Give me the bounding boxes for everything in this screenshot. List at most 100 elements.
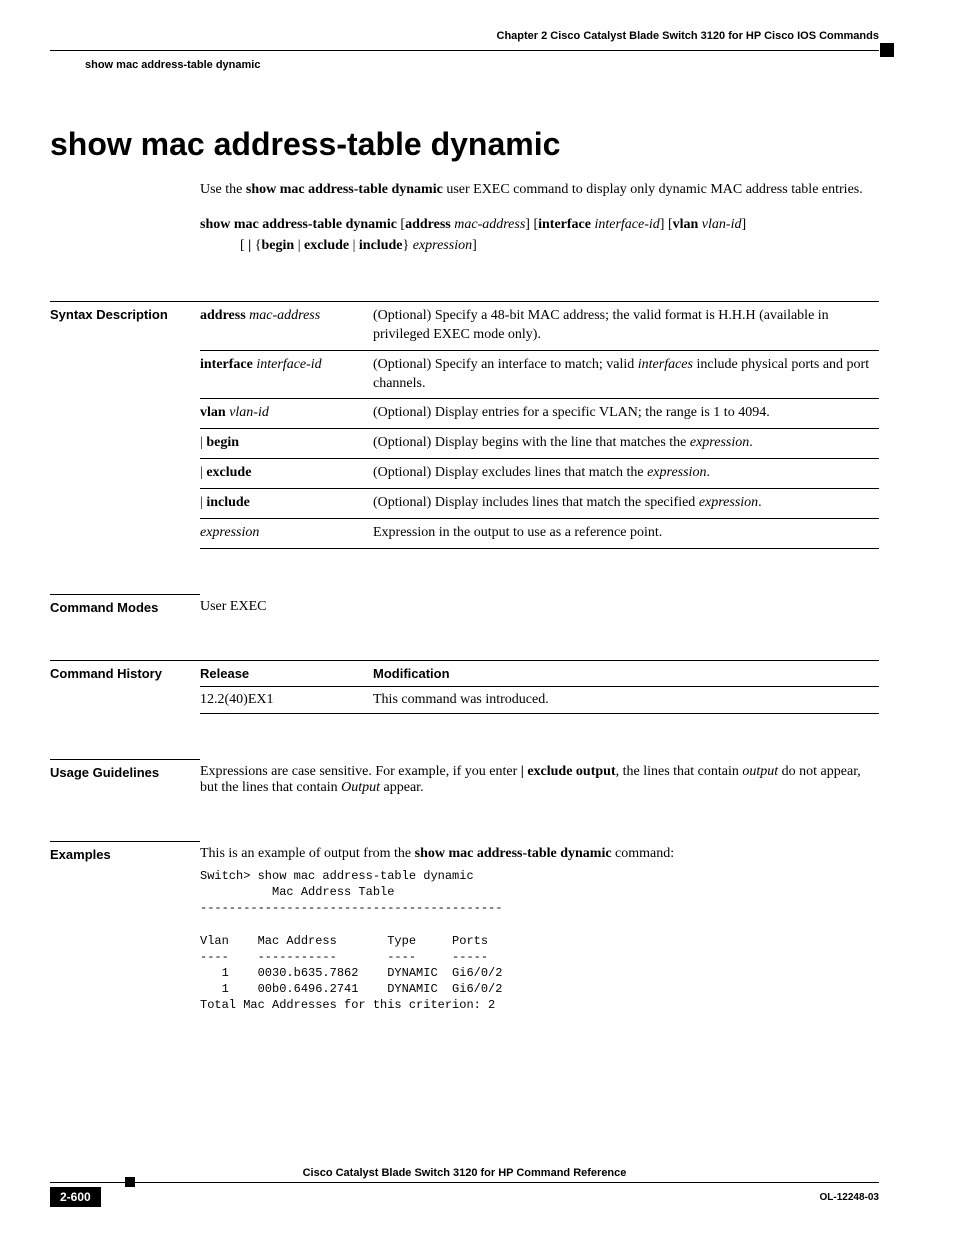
col-modification: Modification (373, 660, 879, 686)
table-row: | exclude (Optional) Display excludes li… (200, 459, 879, 489)
section-label: Examples (50, 841, 200, 862)
cell-mod: This command was introduced. (373, 686, 879, 713)
row-desc-i: expression (699, 495, 758, 510)
table-row: expression Expression in the output to u… (200, 519, 879, 549)
page-number: 2-600 (50, 1187, 101, 1207)
syntax-kw2: interface (538, 217, 591, 232)
usage-p2: , the lines that contain (616, 764, 743, 779)
row-pipe: | (200, 465, 203, 480)
section-body: address mac-address (Optional) Specify a… (200, 301, 879, 549)
row-desc: (Optional) Display entries for a specifi… (373, 405, 770, 420)
row-kw: include (206, 495, 250, 510)
syntax-cmd: show mac address-table dynamic (200, 217, 397, 232)
header-marker-icon (880, 43, 894, 57)
row-kw: interface (200, 357, 253, 372)
section-body: User EXEC (200, 594, 879, 615)
row-desc-pre: (Optional) Display excludes lines that m… (373, 465, 647, 480)
usage-guidelines-section: Usage Guidelines Expressions are case se… (50, 759, 879, 796)
row-arg: interface-id (256, 357, 321, 372)
row-desc-post: . (758, 495, 762, 510)
row-kw: vlan (200, 405, 226, 420)
command-history-section: Command History Release Modification 12.… (50, 660, 879, 714)
document-page: Chapter 2 Cisco Catalyst Blade Switch 31… (0, 0, 954, 1235)
row-kw: begin (206, 435, 239, 450)
example-intro: This is an example of output from the sh… (200, 846, 879, 862)
syntax-expr: expression (413, 238, 472, 253)
page-footer: Cisco Catalyst Blade Switch 3120 for HP … (50, 1167, 879, 1207)
row-desc-i: expression (647, 465, 706, 480)
row-kw: address (200, 308, 246, 323)
row-arg: vlan-id (229, 405, 269, 420)
section-label: Syntax Description (50, 301, 200, 322)
usage-b1: | exclude output (521, 764, 616, 779)
table-row: | begin (Optional) Display begins with t… (200, 429, 879, 459)
row-desc: (Optional) Specify a 48-bit MAC address;… (373, 308, 829, 342)
ex-b1: show mac address-table dynamic (415, 846, 612, 861)
examples-section: Examples This is an example of output fr… (50, 841, 879, 1014)
syntax-line2: [ | {begin | exclude | include} expressi… (200, 235, 879, 256)
syntax-kw1: address (405, 217, 451, 232)
row-desc-post: . (749, 435, 753, 450)
ex-p2: command: (612, 846, 675, 861)
row-pipe: | (200, 495, 203, 510)
row-arg: mac-address (249, 308, 320, 323)
syntax-arg2: interface-id (594, 217, 659, 232)
intro-cmd: show mac address-table dynamic (246, 182, 443, 197)
section-label: Usage Guidelines (50, 759, 200, 780)
table-header-row: Release Modification (200, 660, 879, 686)
table-row: 12.2(40)EX1 This command was introduced. (200, 686, 879, 713)
col-release: Release (200, 660, 373, 686)
syntax-arg3: vlan-id (702, 217, 742, 232)
row-desc: Expression in the output to use as a ref… (373, 525, 662, 540)
cell-release: 12.2(40)EX1 (200, 686, 373, 713)
footer-title: Cisco Catalyst Blade Switch 3120 for HP … (50, 1167, 879, 1182)
chapter-title: Chapter 2 Cisco Catalyst Blade Switch 31… (50, 30, 879, 45)
syntax-begin: begin (262, 238, 295, 253)
row-desc-pre: (Optional) Display begins with the line … (373, 435, 690, 450)
usage-i1: output (742, 764, 778, 779)
page-header: Chapter 2 Cisco Catalyst Blade Switch 31… (50, 30, 879, 71)
table-row: vlan vlan-id (Optional) Display entries … (200, 399, 879, 429)
intro-paragraph: Use the show mac address-table dynamic u… (200, 181, 879, 200)
row-desc-i: expression (690, 435, 749, 450)
syntax-arg1: mac-address (454, 217, 525, 232)
section-label: Command Modes (50, 594, 200, 615)
usage-i2: Output (341, 780, 380, 795)
table-row: | include (Optional) Display includes li… (200, 489, 879, 519)
ex-p1: This is an example of output from the (200, 846, 415, 861)
footer-rule (50, 1182, 879, 1183)
row-pipe: | (200, 435, 203, 450)
syntax-kw3: vlan (673, 217, 699, 232)
syntax-table: address mac-address (Optional) Specify a… (200, 301, 879, 549)
syntax-usage: show mac address-table dynamic [address … (200, 214, 879, 256)
example-output: Switch> show mac address-table dynamic M… (200, 868, 879, 1014)
row-kw: exclude (206, 465, 251, 480)
command-title: show mac address-table dynamic (50, 126, 879, 163)
content-body: Use the show mac address-table dynamic u… (200, 181, 879, 256)
row-desc-i: interfaces (638, 357, 693, 372)
document-number: OL-12248-03 (820, 1192, 879, 1203)
intro-pre: Use the (200, 182, 246, 197)
section-body: Expressions are case sensitive. For exam… (200, 759, 879, 796)
section-label: Command History (50, 660, 200, 681)
table-row: address mac-address (Optional) Specify a… (200, 301, 879, 350)
footer-marker-icon (125, 1177, 135, 1187)
usage-p4: appear. (380, 780, 424, 795)
footer-row: 2-600 OL-12248-03 (50, 1187, 879, 1207)
syntax-description-section: Syntax Description address mac-address (… (50, 301, 879, 549)
row-desc-pre: (Optional) Specify an interface to match… (373, 357, 638, 372)
row-desc-pre: (Optional) Display includes lines that m… (373, 495, 699, 510)
table-row: interface interface-id (Optional) Specif… (200, 350, 879, 399)
syntax-include: include (359, 238, 403, 253)
row-desc-post: . (706, 465, 710, 480)
section-body: This is an example of output from the sh… (200, 841, 879, 1014)
intro-post: user EXEC command to display only dynami… (443, 182, 863, 197)
section-name: show mac address-table dynamic (50, 56, 879, 71)
row-arg: expression (200, 525, 259, 540)
history-table: Release Modification 12.2(40)EX1 This co… (200, 660, 879, 714)
section-body: Release Modification 12.2(40)EX1 This co… (200, 660, 879, 714)
syntax-exclude: exclude (304, 238, 349, 253)
usage-p1: Expressions are case sensitive. For exam… (200, 764, 521, 779)
header-rule (50, 50, 879, 51)
command-modes-section: Command Modes User EXEC (50, 594, 879, 615)
